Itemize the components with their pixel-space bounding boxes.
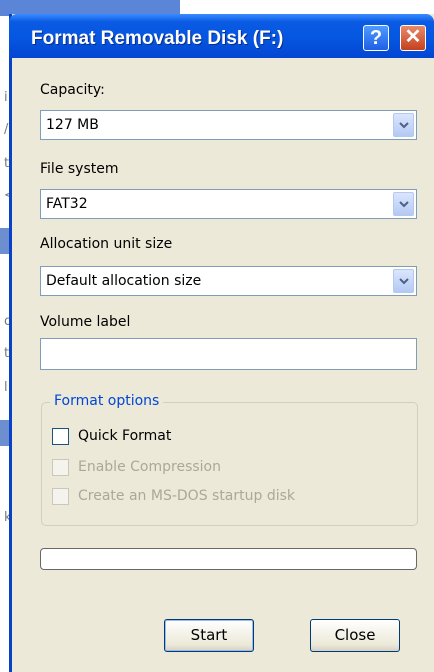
file-system-label: File system — [40, 161, 119, 177]
allocation-unit-value: Default allocation size — [46, 273, 202, 289]
file-system-dropdown-arrow[interactable] — [393, 192, 414, 216]
help-button[interactable]: ? — [363, 25, 389, 51]
start-button[interactable]: Start — [164, 619, 254, 652]
capacity-value: 127 MB — [46, 117, 99, 133]
volume-label-caption: Volume label — [40, 314, 131, 330]
msdos-startup-label: Create an MS-DOS startup disk — [78, 488, 296, 504]
allocation-unit-dropdown-arrow[interactable] — [393, 269, 414, 293]
window-title: Format Removable Disk (F:) — [31, 28, 284, 49]
background-text: i — [4, 90, 8, 105]
file-system-value: FAT32 — [46, 196, 88, 212]
quick-format-checkbox[interactable] — [52, 428, 69, 445]
quick-format-label[interactable]: Quick Format — [78, 428, 171, 444]
enable-compression-label: Enable Compression — [78, 459, 221, 475]
chevron-down-icon — [399, 122, 409, 129]
background-text: / — [4, 122, 9, 137]
file-system-dropdown[interactable]: FAT32 — [40, 189, 417, 219]
chevron-down-icon — [399, 278, 409, 285]
help-icon: ? — [369, 27, 383, 49]
volume-label-input[interactable] — [40, 338, 417, 370]
format-progress-bar — [40, 548, 417, 570]
chevron-down-icon — [399, 201, 409, 208]
close-icon: ✕ — [404, 26, 422, 48]
capacity-dropdown[interactable]: 127 MB — [40, 110, 417, 140]
allocation-unit-dropdown[interactable]: Default allocation size — [40, 266, 417, 296]
enable-compression-checkbox[interactable] — [52, 459, 69, 476]
background-text: l — [4, 380, 8, 395]
close-button[interactable]: Close — [310, 619, 400, 652]
capacity-label: Capacity: — [40, 82, 105, 98]
window-close-button[interactable]: ✕ — [400, 25, 426, 51]
allocation-unit-label: Allocation unit size — [40, 236, 173, 252]
capacity-dropdown-arrow[interactable] — [393, 113, 414, 137]
format-options-legend: Format options — [50, 393, 164, 409]
msdos-startup-checkbox[interactable] — [52, 488, 69, 505]
